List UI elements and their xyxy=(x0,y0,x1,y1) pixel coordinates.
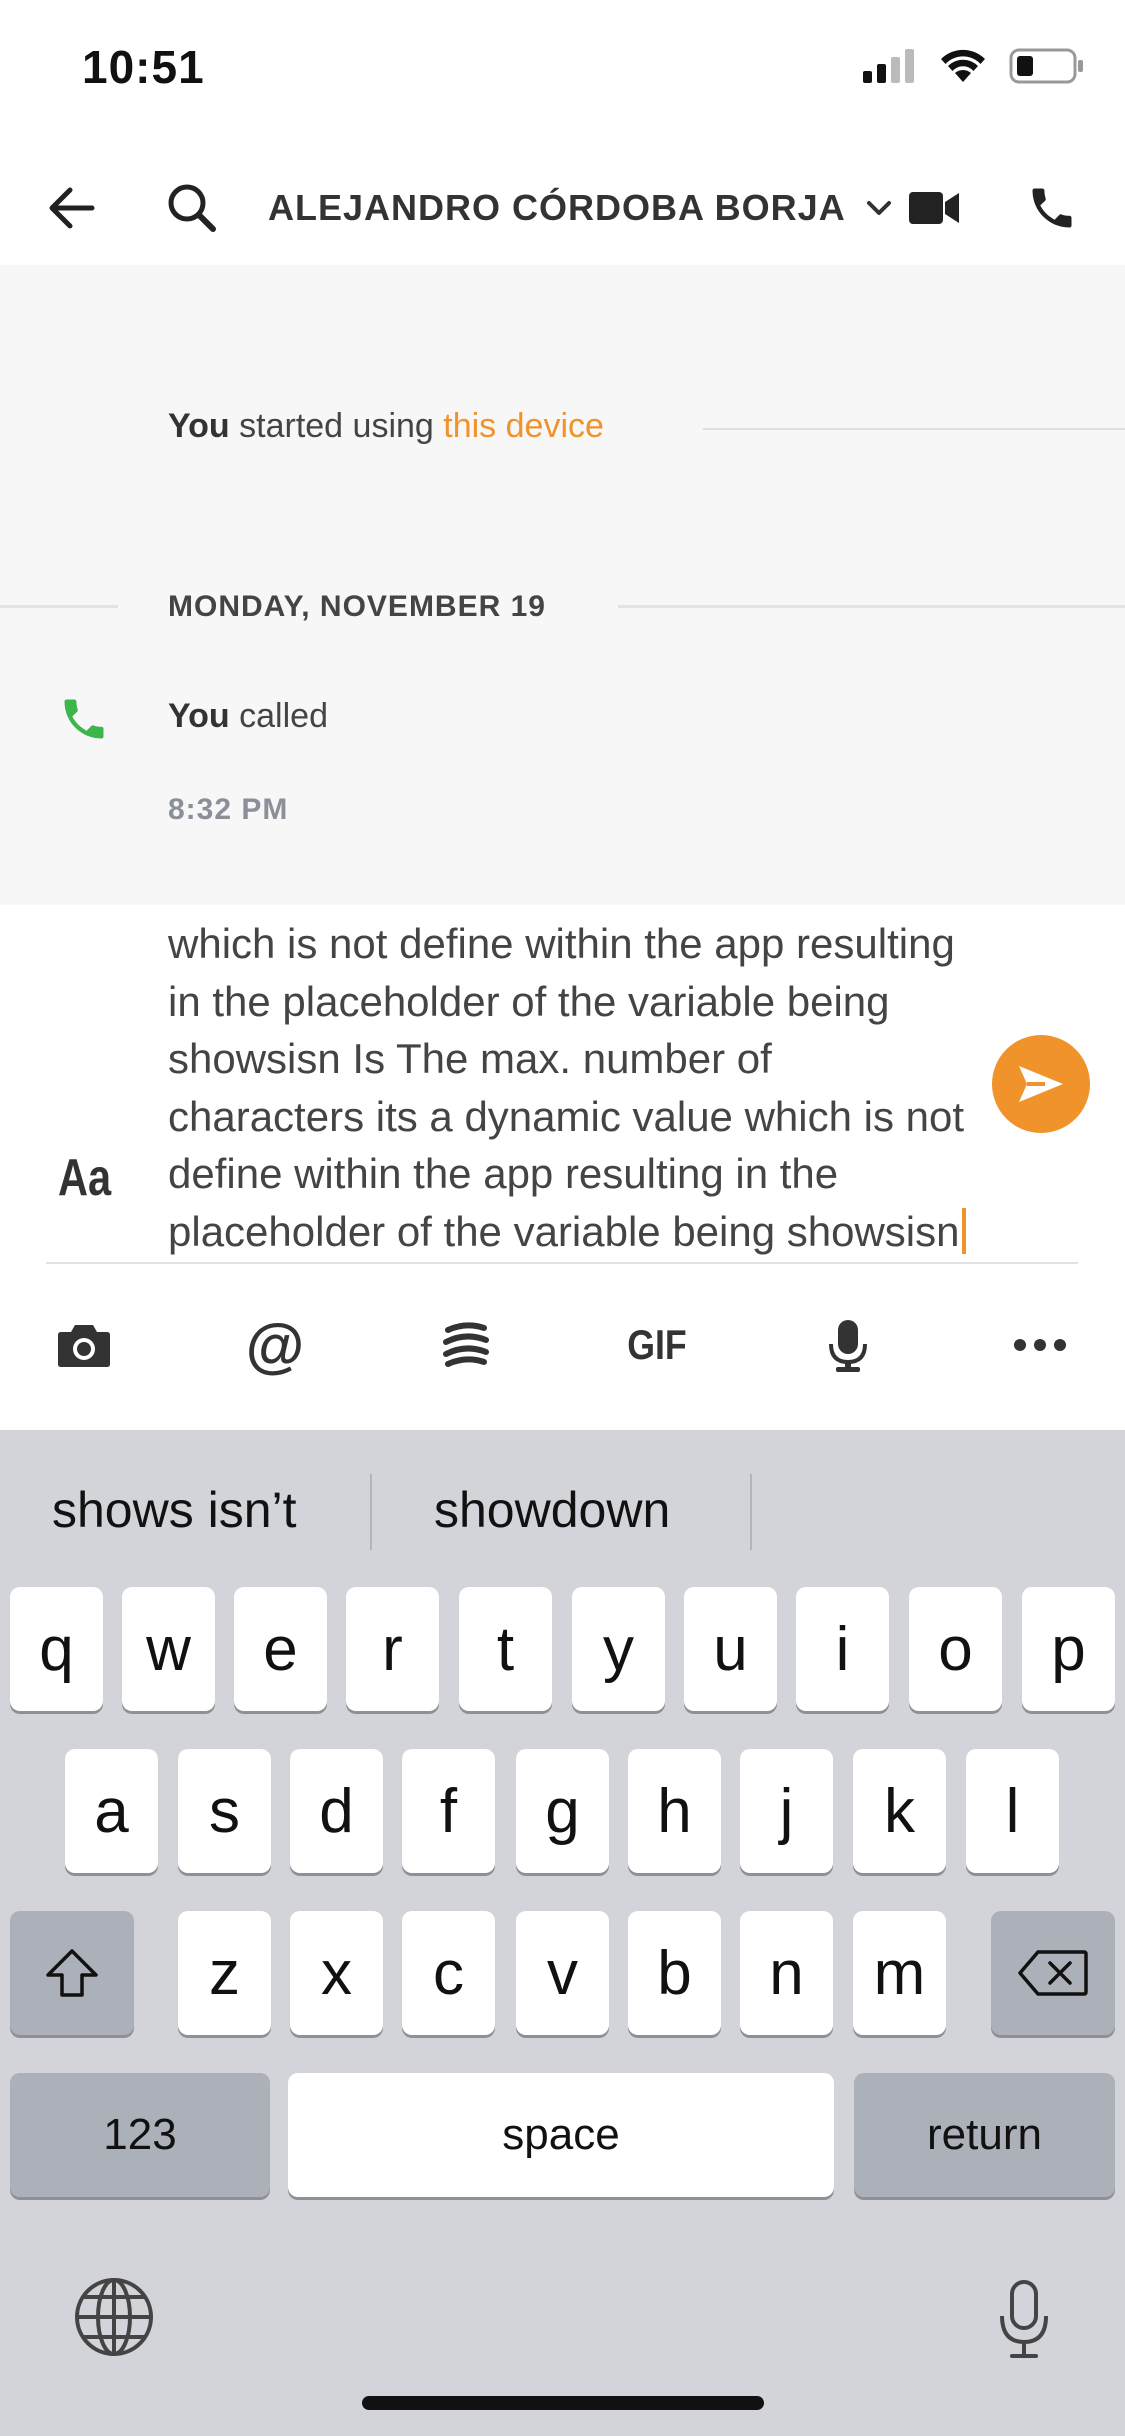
message-input[interactable]: which is not define within the app resul… xyxy=(168,905,968,1260)
key-g[interactable]: g xyxy=(516,1749,609,1873)
this-device-link[interactable]: this device xyxy=(443,407,604,445)
wifi-icon xyxy=(941,49,985,82)
status-time: 10:51 xyxy=(82,41,205,93)
at-icon: @ xyxy=(245,1311,305,1379)
chevron-down-icon xyxy=(866,200,891,215)
composer-divider xyxy=(46,1262,1078,1264)
key-x[interactable]: x xyxy=(290,1911,383,2035)
system-message-divider xyxy=(703,428,1125,430)
globe-icon xyxy=(75,2278,153,2356)
key-f[interactable]: f xyxy=(402,1749,495,1873)
key-k[interactable]: k xyxy=(853,1749,946,1873)
backspace-icon xyxy=(1018,1950,1088,1996)
system-message: You started using this device xyxy=(168,407,604,446)
camera-button[interactable] xyxy=(24,1290,144,1400)
call-event-time: 8:32 PM xyxy=(168,793,289,826)
keyboard: shows isn’t showdown q w e r t y u i o p… xyxy=(0,1430,1125,2436)
suggestion-2[interactable]: showdown xyxy=(434,1430,670,1590)
suggestion-separator xyxy=(750,1474,752,1550)
ping-button[interactable] xyxy=(406,1290,526,1400)
key-i[interactable]: i xyxy=(796,1587,889,1711)
key-o[interactable]: o xyxy=(909,1587,1002,1711)
video-camera-icon xyxy=(909,191,959,224)
camera-icon xyxy=(58,1325,110,1367)
dictation-button[interactable] xyxy=(998,2280,1050,2365)
mention-button[interactable]: @ xyxy=(215,1290,335,1400)
key-h[interactable]: h xyxy=(628,1749,721,1873)
conversation-title[interactable]: ALEJANDRO CÓRDOBA BORJA xyxy=(268,150,892,265)
system-message-actor: You xyxy=(168,407,230,445)
home-indicator xyxy=(362,2396,764,2410)
globe-button[interactable] xyxy=(72,2275,156,2364)
microphone-icon xyxy=(1000,2280,1048,2358)
key-n[interactable]: n xyxy=(740,1911,833,2035)
message-input-text: which is not define within the app resul… xyxy=(168,920,965,1255)
battery-icon xyxy=(1009,48,1083,84)
key-j[interactable]: j xyxy=(740,1749,833,1873)
suggestion-separator xyxy=(370,1474,372,1550)
key-l[interactable]: l xyxy=(966,1749,1059,1873)
search-icon xyxy=(168,184,216,232)
key-m[interactable]: m xyxy=(853,1911,946,2035)
more-options-button[interactable] xyxy=(980,1290,1100,1400)
key-w[interactable]: w xyxy=(122,1587,215,1711)
cellular-signal-icon xyxy=(863,49,914,83)
call-icon xyxy=(64,699,104,739)
shift-icon xyxy=(46,1949,98,1997)
return-key[interactable]: return xyxy=(854,2073,1115,2197)
key-p[interactable]: p xyxy=(1022,1587,1115,1711)
more-icon xyxy=(1014,1339,1066,1351)
message-input-content: which is not define within the app resul… xyxy=(168,915,968,1260)
back-arrow-icon xyxy=(49,187,95,228)
status-icons xyxy=(863,48,1085,84)
microphone-icon xyxy=(829,1320,867,1372)
send-button[interactable] xyxy=(992,1035,1090,1133)
key-e[interactable]: e xyxy=(234,1587,327,1711)
gif-label: GIF xyxy=(627,1321,687,1368)
key-r[interactable]: r xyxy=(346,1587,439,1711)
format-text-button[interactable]: Aa xyxy=(58,1148,111,1208)
date-divider-right xyxy=(618,605,1125,608)
date-divider-left xyxy=(0,605,118,608)
text-cursor xyxy=(961,1207,966,1254)
key-q[interactable]: q xyxy=(10,1587,103,1711)
key-c[interactable]: c xyxy=(402,1911,495,2035)
composer-toolbar: @ GIF xyxy=(0,1290,1125,1400)
conversation-header: ALEJANDRO CÓRDOBA BORJA xyxy=(0,150,1125,265)
key-z[interactable]: z xyxy=(178,1911,271,2035)
shift-key[interactable] xyxy=(10,1911,134,2035)
key-b[interactable]: b xyxy=(628,1911,721,2035)
gif-button[interactable]: GIF xyxy=(606,1290,708,1400)
date-separator: MONDAY, NOVEMBER 19 xyxy=(168,590,546,623)
key-s[interactable]: s xyxy=(178,1749,271,1873)
call-event-actor: You xyxy=(168,697,230,735)
key-v[interactable]: v xyxy=(516,1911,609,2035)
key-t[interactable]: t xyxy=(459,1587,552,1711)
ping-icon xyxy=(443,1322,489,1367)
call-event: You called xyxy=(168,697,328,736)
key-d[interactable]: d xyxy=(290,1749,383,1873)
backspace-key[interactable] xyxy=(991,1911,1115,2035)
key-a[interactable]: a xyxy=(65,1749,158,1873)
contact-name: ALEJANDRO CÓRDOBA BORJA xyxy=(268,186,846,228)
phone-icon xyxy=(1032,188,1072,227)
suggestion-1[interactable]: shows isn’t xyxy=(52,1430,297,1590)
audio-call-button[interactable] xyxy=(1010,150,1094,265)
space-key[interactable]: space xyxy=(288,2073,834,2197)
back-button[interactable] xyxy=(30,150,114,265)
message-list[interactable]: You started using this device MONDAY, NO… xyxy=(0,265,1125,905)
numbers-key[interactable]: 123 xyxy=(10,2073,270,2197)
call-event-text: called xyxy=(229,697,328,735)
key-u[interactable]: u xyxy=(684,1587,777,1711)
send-icon xyxy=(1019,1066,1063,1102)
key-y[interactable]: y xyxy=(572,1587,665,1711)
voice-message-button[interactable] xyxy=(788,1290,908,1400)
video-call-button[interactable] xyxy=(892,150,976,265)
search-button[interactable] xyxy=(150,150,234,265)
system-message-text: started using xyxy=(229,407,444,445)
